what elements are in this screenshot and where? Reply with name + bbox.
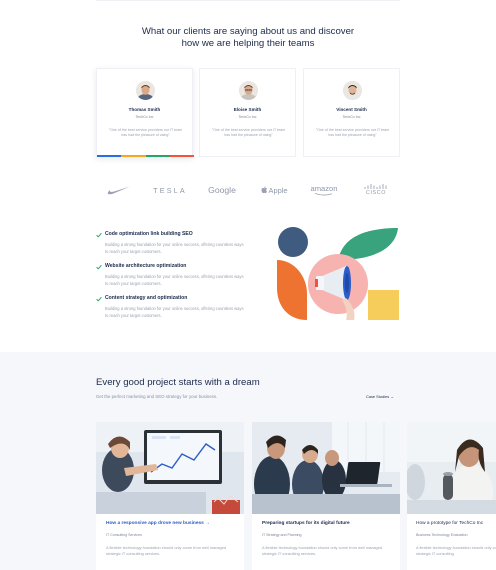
testimonial-quote: "One of the best service providers our I… (315, 128, 390, 137)
project-title[interactable]: How a prototype for TechCo Inc (416, 521, 483, 526)
feature-item: Content strategy and optimization Buildi… (96, 294, 256, 326)
cisco-bars-icon (364, 184, 387, 189)
project-description: A flexible technology foundation should … (106, 545, 227, 557)
testimonial-card[interactable]: Thomas Smith TechCo Inc "One of the best… (96, 68, 194, 157)
project-description: A flexible technology foundation should … (416, 545, 496, 557)
check-icon (96, 264, 102, 270)
feature-description: Building a strong foundation for your on… (105, 242, 244, 254)
feature-description: Building a strong foundation for your on… (105, 274, 244, 286)
check-icon (96, 296, 102, 302)
tesla-logo: TESLA (153, 185, 187, 195)
project-category: IT Consulting Services (106, 533, 142, 537)
check-icon (96, 232, 102, 238)
testimonial-name: Eloise Smith (233, 107, 262, 112)
avatar (343, 81, 362, 100)
project-category: Business Technology Evaluation (416, 533, 468, 537)
testimonial-name: Thomas Smith (128, 107, 161, 112)
top-divider (96, 0, 400, 1)
project-title[interactable]: How a responsive app drove new business … (106, 521, 210, 526)
project-photo (96, 422, 244, 514)
avatar (136, 81, 155, 100)
amazon-logo: amazon (308, 180, 340, 200)
project-category: IT Strategy and Planning (262, 533, 302, 537)
project-title[interactable]: Preparing startups for its digital futur… (262, 521, 350, 526)
feature-title: Code optimization link building SEO (105, 231, 193, 237)
testimonial-card[interactable]: Vincent Smith TechCo Inc "One of the bes… (303, 68, 400, 157)
project-card[interactable]: How a responsive app drove new business … (96, 422, 244, 570)
testimonial-quote: "One of the best service providers our I… (108, 128, 183, 137)
testimonial-name: Vincent Smith (336, 107, 367, 112)
cisco-logo: CISCO (362, 180, 390, 200)
project-photo (407, 422, 496, 514)
card-accent-bar (97, 155, 194, 157)
feature-title: Content strategy and optimization (105, 295, 188, 301)
testimonial-company: TechCo Inc (238, 115, 257, 119)
projects-subtitle: Get the perfect marketing and SEO strate… (96, 394, 218, 399)
testimonials-heading: What our clients are saying about us and… (0, 26, 496, 50)
project-photo (252, 422, 400, 514)
marketing-illustration (272, 224, 404, 328)
testimonials-heading-line1: What our clients are saying about us and… (141, 26, 355, 37)
feature-item: Website architecture optimization Buildi… (96, 262, 256, 294)
apple-logo: Apple (259, 180, 289, 200)
apple-icon (261, 186, 267, 194)
testimonial-company: TechCo Inc (342, 115, 361, 119)
avatar (239, 81, 258, 100)
testimonials-heading-line2: how we are helping their teams (181, 38, 315, 49)
google-logo: Google (208, 185, 236, 195)
projects-heading: Every good project starts with a dream (96, 377, 260, 388)
case-studies-link[interactable]: Case Studies → (366, 394, 394, 399)
testimonial-quote: "One of the best service providers our I… (211, 128, 286, 137)
feature-title: Website architecture optimization (105, 263, 187, 269)
testimonial-card[interactable]: Eloise Smith TechCo Inc "One of the best… (199, 68, 296, 157)
client-logos: TESLA Google Apple amazon CISCO (96, 180, 400, 200)
feature-item: Code optimization link building SEO Buil… (96, 230, 256, 262)
testimonial-company: TechCo Inc (135, 115, 154, 119)
project-card[interactable]: Preparing startups for its digital futur… (252, 422, 400, 570)
nike-logo-icon (106, 180, 132, 200)
testimonial-cards: Thomas Smith TechCo Inc "One of the best… (96, 68, 400, 158)
project-card[interactable]: How a prototype for TechCo Inc Business … (407, 422, 496, 570)
project-description: A flexible technology foundation should … (262, 545, 383, 557)
feature-description: Building a strong foundation for your on… (105, 306, 244, 318)
